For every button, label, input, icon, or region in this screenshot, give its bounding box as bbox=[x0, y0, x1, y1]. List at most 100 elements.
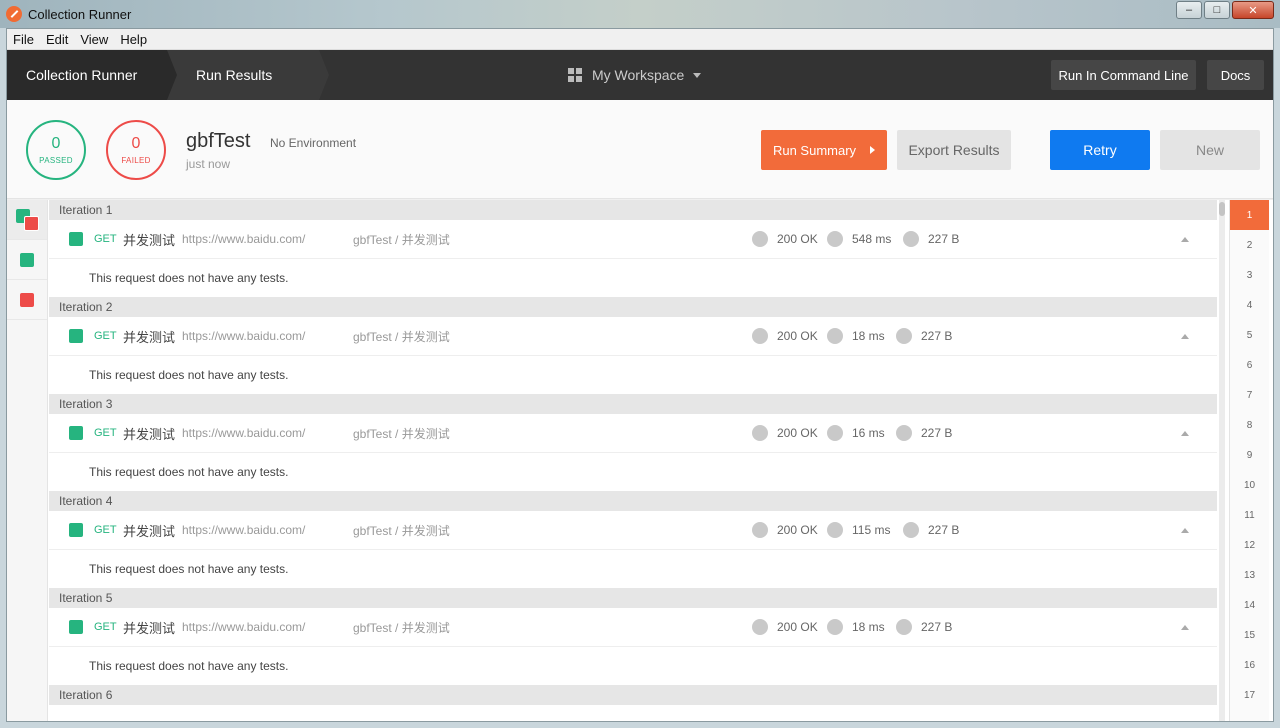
iteration-nav-item[interactable]: 1 bbox=[1230, 200, 1269, 230]
iteration-nav-item[interactable]: 12 bbox=[1230, 530, 1269, 560]
failed-counter: 0 FAILED bbox=[106, 120, 166, 180]
failed-filter-icon bbox=[20, 292, 34, 307]
menu-view[interactable]: View bbox=[74, 32, 114, 47]
request-status-icon bbox=[69, 232, 83, 246]
collapse-caret-icon[interactable] bbox=[1181, 527, 1189, 533]
docs-button[interactable]: Docs bbox=[1207, 60, 1264, 90]
menu-file[interactable]: File bbox=[7, 32, 40, 47]
workspace-name: My Workspace bbox=[592, 67, 685, 83]
collapse-caret-icon[interactable] bbox=[1181, 236, 1189, 242]
iteration-navigator: 1 2 3 4 5 6 7 8 9 10 11 12 13 14 15 16 1… bbox=[1229, 200, 1269, 721]
request-name: 并发测试 bbox=[123, 620, 176, 636]
iteration-header: Iteration 1 bbox=[49, 200, 1217, 220]
iteration-nav-item[interactable]: 17 bbox=[1230, 680, 1269, 710]
failed-count: 0 bbox=[131, 135, 141, 152]
request-method: GET bbox=[94, 524, 117, 536]
request-name: 并发测试 bbox=[123, 426, 176, 442]
iteration-nav-item[interactable]: 14 bbox=[1230, 590, 1269, 620]
export-results-button[interactable]: Export Results bbox=[897, 130, 1011, 170]
collection-name: gbfTest bbox=[186, 130, 251, 152]
request-url: https://www.baidu.com/ bbox=[182, 232, 306, 246]
menu-help[interactable]: Help bbox=[114, 32, 153, 47]
run-summary-bar: 0 PASSED 0 FAILED gbfTest No Environment… bbox=[7, 100, 1273, 199]
retry-button[interactable]: Retry bbox=[1050, 130, 1150, 170]
filter-passed[interactable] bbox=[7, 240, 47, 280]
iteration-nav-item[interactable]: 9 bbox=[1230, 440, 1269, 470]
request-status-icon bbox=[69, 329, 83, 343]
iteration-nav-item[interactable]: 5 bbox=[1230, 320, 1269, 350]
tests-row: This request does not have any tests. bbox=[49, 356, 1217, 394]
size-dot-icon bbox=[896, 425, 912, 441]
response-status: 200 OK bbox=[777, 523, 818, 537]
close-button[interactable]: ✕ bbox=[1232, 1, 1274, 19]
collapse-caret-icon[interactable] bbox=[1181, 333, 1189, 339]
collapse-caret-icon[interactable] bbox=[1181, 430, 1189, 436]
app-logo-icon bbox=[6, 6, 22, 22]
request-row[interactable]: GET 并发测试 https://www.baidu.com/ gbfTest … bbox=[49, 608, 1217, 647]
run-summary-label: Run Summary bbox=[772, 142, 857, 158]
iteration-results-list: Iteration 1 GET 并发测试 https://www.baidu.c… bbox=[49, 200, 1217, 721]
response-time: 18 ms bbox=[852, 329, 885, 343]
response-time: 548 ms bbox=[852, 232, 892, 246]
iteration-nav-item[interactable]: 16 bbox=[1230, 650, 1269, 680]
caret-right-icon bbox=[870, 146, 876, 154]
collapse-caret-icon[interactable] bbox=[1181, 624, 1189, 630]
iteration-header: Iteration 3 bbox=[49, 394, 1217, 414]
request-status-icon bbox=[69, 620, 83, 634]
iteration-nav-item[interactable]: 10 bbox=[1230, 470, 1269, 500]
response-status: 200 OK bbox=[777, 329, 818, 343]
request-method: GET bbox=[94, 233, 117, 245]
scrollbar-thumb[interactable] bbox=[1219, 202, 1225, 216]
status-dot-icon bbox=[752, 328, 768, 344]
results-scrollbar[interactable] bbox=[1219, 200, 1225, 721]
iteration-nav-item[interactable]: 8 bbox=[1230, 410, 1269, 440]
new-button[interactable]: New bbox=[1160, 130, 1260, 170]
size-dot-icon bbox=[903, 231, 919, 247]
filter-failed[interactable] bbox=[7, 280, 47, 320]
request-row[interactable]: GET 并发测试 https://www.baidu.com/ gbfTest … bbox=[49, 511, 1217, 550]
breadcrumb-collection-runner[interactable]: Collection Runner bbox=[7, 50, 177, 100]
filter-all[interactable] bbox=[7, 200, 47, 240]
response-size: 227 B bbox=[928, 523, 960, 537]
run-in-command-line-button[interactable]: Run In Command Line bbox=[1051, 60, 1196, 90]
window-titlebar: Collection Runner – □ ✕ bbox=[0, 0, 1280, 28]
request-url: https://www.baidu.com/ bbox=[182, 426, 306, 440]
run-summary-button[interactable]: Run Summary bbox=[761, 130, 887, 170]
request-url: https://www.baidu.com/ bbox=[182, 620, 306, 634]
maximize-button[interactable]: □ bbox=[1204, 1, 1230, 19]
request-row[interactable]: GET 并发测试 https://www.baidu.com/ gbfTest … bbox=[49, 220, 1217, 259]
response-status: 200 OK bbox=[777, 232, 818, 246]
iteration-nav-item[interactable]: 11 bbox=[1230, 500, 1269, 530]
iteration-nav-item[interactable]: 15 bbox=[1230, 620, 1269, 650]
workspace-switcher[interactable]: My Workspace bbox=[568, 50, 702, 100]
iteration-nav-item[interactable]: 2 bbox=[1230, 230, 1269, 260]
request-method: GET bbox=[94, 330, 117, 342]
window-title: Collection Runner bbox=[28, 6, 132, 22]
response-status: 200 OK bbox=[777, 426, 818, 440]
time-dot-icon bbox=[827, 425, 843, 441]
iteration-header: Iteration 6 bbox=[49, 685, 1217, 705]
response-time: 18 ms bbox=[852, 620, 885, 634]
request-status-icon bbox=[69, 523, 83, 537]
tests-row: This request does not have any tests. bbox=[49, 647, 1217, 685]
minimize-button[interactable]: – bbox=[1176, 1, 1202, 19]
chevron-down-icon bbox=[693, 72, 702, 78]
menu-bar: File Edit View Help bbox=[7, 29, 1273, 50]
size-dot-icon bbox=[896, 619, 912, 635]
iteration-nav-item[interactable]: 4 bbox=[1230, 290, 1269, 320]
breadcrumb-run-results[interactable]: Run Results bbox=[167, 50, 329, 100]
window-controls: – □ ✕ bbox=[1174, 1, 1274, 19]
iteration-nav-item[interactable]: 13 bbox=[1230, 560, 1269, 590]
iteration-nav-item[interactable]: 3 bbox=[1230, 260, 1269, 290]
menu-edit[interactable]: Edit bbox=[40, 32, 74, 47]
request-row[interactable]: GET 并发测试 https://www.baidu.com/ gbfTest … bbox=[49, 414, 1217, 453]
workspace-grid-icon bbox=[568, 68, 582, 82]
iteration-nav-item[interactable]: 7 bbox=[1230, 380, 1269, 410]
request-name: 并发测试 bbox=[123, 523, 176, 539]
request-row[interactable]: GET 并发测试 https://www.baidu.com/ gbfTest … bbox=[49, 317, 1217, 356]
time-dot-icon bbox=[827, 328, 843, 344]
iteration-nav-item[interactable]: 6 bbox=[1230, 350, 1269, 380]
size-dot-icon bbox=[896, 328, 912, 344]
response-size: 227 B bbox=[928, 232, 960, 246]
status-dot-icon bbox=[752, 619, 768, 635]
